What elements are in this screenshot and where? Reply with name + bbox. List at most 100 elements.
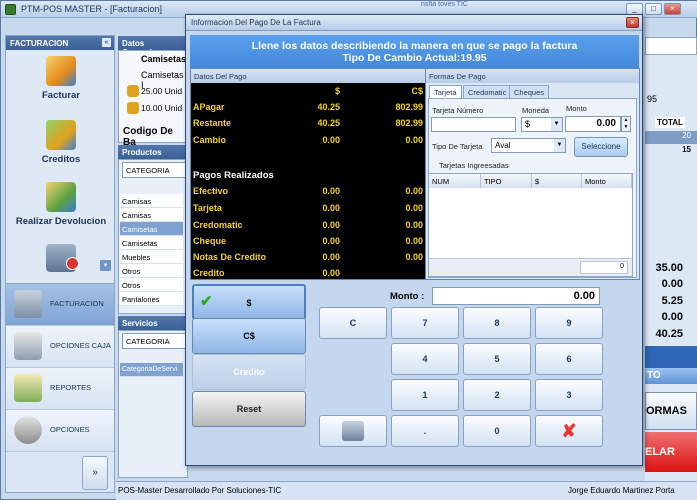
pago-dolares-button[interactable]: ✔ $: [192, 284, 306, 320]
key-7[interactable]: 7: [391, 307, 459, 339]
seleccione-button[interactable]: Seleccione: [574, 137, 628, 157]
grid-col-usd: $: [532, 174, 582, 188]
nav-item-opciones[interactable]: OPCIONES: [6, 410, 114, 452]
key-6[interactable]: 6: [535, 343, 603, 375]
facturar-button[interactable]: Facturar: [6, 56, 116, 101]
row-usd: 0.00: [322, 220, 340, 230]
realizar-devolucion-button[interactable]: Realizar Devolucion: [6, 182, 116, 227]
more-nav-button[interactable]: »: [82, 456, 108, 490]
grid-total: 0: [580, 261, 628, 274]
product-list-item-selected[interactable]: Camisetas: [120, 222, 183, 236]
service-list-item[interactable]: CategoriaDeServi: [120, 363, 183, 377]
nav-item-facturacion[interactable]: FACTURACION: [6, 284, 114, 326]
row-cs: 0.00: [405, 252, 423, 262]
moneda-label: Moneda: [522, 106, 550, 115]
key-3[interactable]: 3: [535, 379, 603, 411]
cheque-row: Cheque 0.00 0.00: [191, 235, 425, 249]
restante-row: Restante 40.25 802.99: [191, 117, 425, 131]
key-0[interactable]: 0: [463, 415, 531, 447]
servicios-panel: CATEGORIA CategoriaDeServi: [118, 330, 188, 478]
row-cs: 0.00: [405, 135, 423, 145]
tarjetas-ingresadas-label: Tarjetas Ingreesadas: [439, 161, 509, 170]
cambio-row: Cambio 0.00 0.00: [191, 134, 425, 148]
row-usd: 0.00: [322, 135, 340, 145]
close-app-button[interactable]: ×: [664, 3, 681, 15]
tarjeta-numero-input[interactable]: [431, 117, 516, 132]
reset-button[interactable]: Reset: [192, 391, 306, 427]
maximize-button[interactable]: □: [645, 3, 662, 15]
facturacion-panel: FACTURACION « Facturar Creditos Realizar…: [5, 35, 115, 325]
dialog-close-button[interactable]: ×: [626, 17, 639, 28]
product-list-item[interactable]: Otros: [120, 264, 183, 278]
row-name: Notas De Credito: [193, 252, 267, 262]
total-row-selected[interactable]: 20: [645, 131, 697, 144]
precio-unidad: 25.00 Unid: [141, 86, 183, 96]
key-decimal[interactable]: .: [391, 415, 459, 447]
total-button[interactable]: TO: [645, 368, 697, 384]
cancelar-button[interactable]: ELAR: [645, 432, 697, 472]
row-name: Credito: [193, 268, 225, 278]
row-cs: 802.99: [395, 118, 423, 128]
right-summary-panel: 95 TOTAL 20 15 35.00 0.00 5.25 0.00 40.2…: [645, 37, 697, 481]
credomatic-row: Credomatic 0.00 0.00: [191, 219, 425, 233]
product-list-item[interactable]: Camisetas: [120, 236, 183, 250]
col-cs: C$: [411, 86, 423, 96]
nav-item-reportes[interactable]: REPORTES: [6, 368, 114, 410]
collapse-icon[interactable]: «: [102, 38, 111, 47]
row-usd: 0.00: [322, 268, 340, 278]
anular-icon[interactable]: [46, 244, 79, 272]
key-1[interactable]: 1: [391, 379, 459, 411]
key-8[interactable]: 8: [463, 307, 531, 339]
tab-credomatic[interactable]: Credomatic: [463, 85, 512, 98]
scroll-down-icon[interactable]: ▾: [100, 260, 111, 271]
productos-categoria-combo[interactable]: CATEGORIA: [122, 162, 186, 178]
row-name: APagar: [193, 102, 225, 112]
tarjetas-grid: NUM TIPO $ Monto 0: [428, 173, 633, 277]
creditos-label: Creditos: [41, 154, 81, 165]
tab-cheques[interactable]: Cheques: [509, 85, 550, 98]
summary-descuento: 0.00: [661, 278, 683, 290]
product-list-item[interactable]: Muebles: [120, 250, 183, 264]
datos-pago-panel: Datos Del Pago $ C$ APagar 40.25 802.99 …: [190, 68, 426, 280]
reports-icon: [14, 374, 42, 402]
shopping-cart-icon: [14, 332, 42, 360]
key-9[interactable]: 9: [535, 307, 603, 339]
formas-pago-button[interactable]: ORMAS: [645, 392, 697, 430]
row-name: Tarjeta: [193, 203, 222, 213]
product-list-item[interactable]: Camisas: [120, 208, 183, 222]
key-delete[interactable]: ✘: [535, 415, 603, 447]
row-cs: 0.00: [405, 186, 423, 196]
nav-item-opciones-caja[interactable]: OPCIONES CAJA: [6, 326, 114, 368]
row-cs: 0.00: [405, 220, 423, 230]
product-list-item[interactable]: Otros: [120, 278, 183, 292]
cash-register-button[interactable]: [319, 415, 387, 447]
formas-pago-header: Formas De Pago: [426, 69, 639, 83]
key-4[interactable]: 4: [391, 343, 459, 375]
pago-cordobas-button[interactable]: C$: [192, 318, 306, 354]
apagar-row: APagar 40.25 802.99: [191, 101, 425, 115]
total-row[interactable]: 15: [645, 145, 697, 158]
moneda-select[interactable]: $ ▼: [521, 117, 563, 132]
tab-tarjeta[interactable]: Tarjeta: [429, 85, 462, 98]
row-usd: 40.25: [317, 102, 340, 112]
row-usd: 40.25: [317, 118, 340, 128]
pago-credito-button[interactable]: Credito: [192, 354, 306, 390]
chevron-down-icon: ▼: [551, 118, 562, 131]
key-5[interactable]: 5: [463, 343, 531, 375]
row-name: Cambio: [193, 135, 227, 145]
monto-input[interactable]: 0.00: [565, 116, 621, 132]
product-list-item[interactable]: Camisas: [120, 194, 183, 208]
tipo-tarjeta-select[interactable]: Aval ▼: [491, 138, 566, 153]
monto-display[interactable]: 0.00: [432, 287, 600, 305]
producto-nombre: Camisetas: [141, 54, 187, 64]
servicios-categoria-combo[interactable]: CATEGORIA: [122, 333, 186, 349]
efectivo-row: Efectivo 0.00 0.00: [191, 185, 425, 199]
monto-spinner[interactable]: ▲ ▼: [621, 116, 631, 132]
product-list-item[interactable]: Pantalones: [120, 292, 183, 306]
checkmark-icon: ✔: [200, 293, 213, 310]
creditos-button[interactable]: Creditos: [6, 120, 116, 165]
key-clear[interactable]: C: [319, 307, 387, 339]
status-bar: POS-Master Desarrollado Por Soluciones-T…: [116, 481, 697, 500]
pago-dolares-label: $: [246, 298, 252, 308]
key-2[interactable]: 2: [463, 379, 531, 411]
